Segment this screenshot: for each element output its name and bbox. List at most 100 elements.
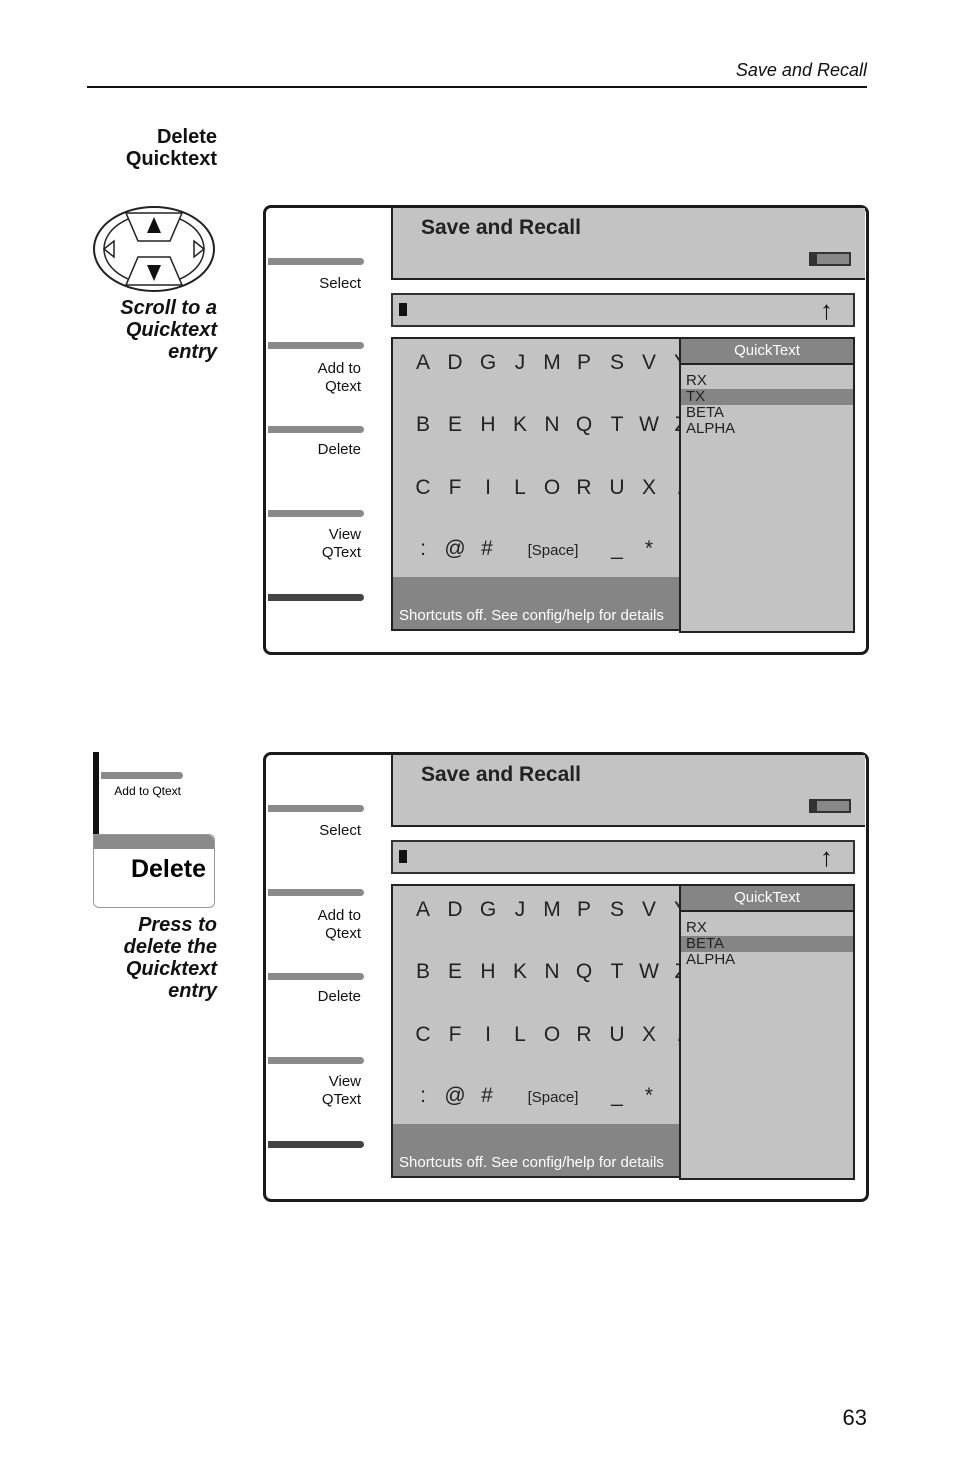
screen-title: Save and Recall [421,763,581,786]
delete-softkey[interactable]: Delete [93,834,215,908]
softkey-label: Select [319,275,361,292]
key[interactable]: L [514,476,526,500]
key[interactable]: T [611,413,624,437]
softkey-2[interactable] [268,889,364,896]
key[interactable]: H [480,960,495,984]
quicktext-header: QuickText [681,339,853,365]
key[interactable]: P [577,351,591,375]
key[interactable]: X [642,1023,656,1047]
text-input[interactable]: ↑ [391,293,855,327]
text-cursor [399,850,407,863]
key[interactable]: Q [576,413,592,437]
key[interactable]: R [576,476,591,500]
shift-arrow-icon[interactable]: ↑ [820,844,833,870]
softkey-2[interactable] [268,342,364,349]
softkey-label: View QText [321,1073,361,1108]
key[interactable]: R [576,1023,591,1047]
softkey-3[interactable] [268,426,364,433]
key[interactable]: U [609,476,624,500]
key[interactable]: H [480,413,495,437]
delete-softkey-illustration: Add to Qtext Delete [93,752,218,912]
key[interactable]: _ [611,537,623,561]
softkey-label: View QText [321,526,361,561]
key[interactable]: E [448,413,462,437]
key[interactable]: O [544,476,560,500]
device-screen-before: Select Add to Qtext Delete View QText Save a… [263,205,869,655]
key[interactable]: M [543,898,561,922]
key[interactable]: P [577,898,591,922]
key[interactable]: N [544,413,559,437]
key[interactable]: : [420,1084,426,1108]
key[interactable]: A [416,898,430,922]
directional-pad-icon [93,206,215,292]
key[interactable]: # [481,537,493,561]
key[interactable]: E [448,960,462,984]
key[interactable]: K [513,413,527,437]
key[interactable]: [Space] [528,542,579,559]
key[interactable]: V [642,351,656,375]
key[interactable]: @ [444,537,465,561]
softkey-3[interactable] [268,973,364,980]
key[interactable]: F [449,476,462,500]
section-title: Delete Quicktext [125,126,217,170]
key[interactable]: S [610,898,624,922]
key[interactable]: T [611,960,624,984]
key[interactable]: C [415,1023,430,1047]
key[interactable]: X [642,476,656,500]
key[interactable]: A [416,351,430,375]
key[interactable]: J [515,351,526,375]
key[interactable]: [Space] [528,1089,579,1106]
softkey-5[interactable] [268,594,364,601]
softkey-4[interactable] [268,1057,364,1064]
key[interactable]: S [610,351,624,375]
quicktext-item[interactable]: TX [681,389,853,405]
key[interactable]: L [514,1023,526,1047]
quicktext-item[interactable]: RX [681,920,853,936]
quicktext-item[interactable]: BETA [681,936,853,952]
quicktext-item[interactable]: RX [681,373,853,389]
key[interactable]: J [515,898,526,922]
softkey-1[interactable] [268,805,364,812]
key[interactable]: G [480,351,496,375]
quicktext-list: RX TX BETA ALPHA [681,365,853,437]
key[interactable]: U [609,1023,624,1047]
softkey-5[interactable] [268,1141,364,1148]
key[interactable]: B [416,960,430,984]
key[interactable]: D [447,898,462,922]
key[interactable]: W [639,960,659,984]
key[interactable]: * [645,537,653,561]
key[interactable]: K [513,960,527,984]
key[interactable]: @ [444,1084,465,1108]
key[interactable]: # [481,1084,493,1108]
key[interactable]: I [485,476,491,500]
step-caption: Scroll to a Quicktext entry [120,297,217,363]
softkey-1[interactable] [268,258,364,265]
status-text: Shortcuts off. See config/help for detai… [399,607,664,624]
running-header: Save and Recall [735,60,867,80]
text-input[interactable]: ↑ [391,840,855,874]
quicktext-item[interactable]: ALPHA [681,952,853,968]
key[interactable]: V [642,898,656,922]
shift-arrow-icon[interactable]: ↑ [820,297,833,323]
key[interactable]: * [645,1084,653,1108]
key[interactable]: F [449,1023,462,1047]
key[interactable]: Q [576,960,592,984]
key[interactable]: M [543,351,561,375]
softkey-label: Delete [317,988,361,1005]
softkey-4[interactable] [268,510,364,517]
quicktext-item[interactable]: ALPHA [681,421,853,437]
status-bar: Shortcuts off. See config/help for detai… [393,1124,681,1176]
key[interactable]: C [415,476,430,500]
key[interactable]: D [447,351,462,375]
key[interactable]: G [480,898,496,922]
key[interactable]: I [485,1023,491,1047]
key[interactable]: W [639,413,659,437]
quicktext-panel: QuickText RX TX BETA ALPHA [679,337,855,633]
key[interactable]: N [544,960,559,984]
key[interactable]: : [420,537,426,561]
softkey-label: Select [319,822,361,839]
key[interactable]: _ [611,1084,623,1108]
key[interactable]: B [416,413,430,437]
key[interactable]: O [544,1023,560,1047]
quicktext-item[interactable]: BETA [681,405,853,421]
